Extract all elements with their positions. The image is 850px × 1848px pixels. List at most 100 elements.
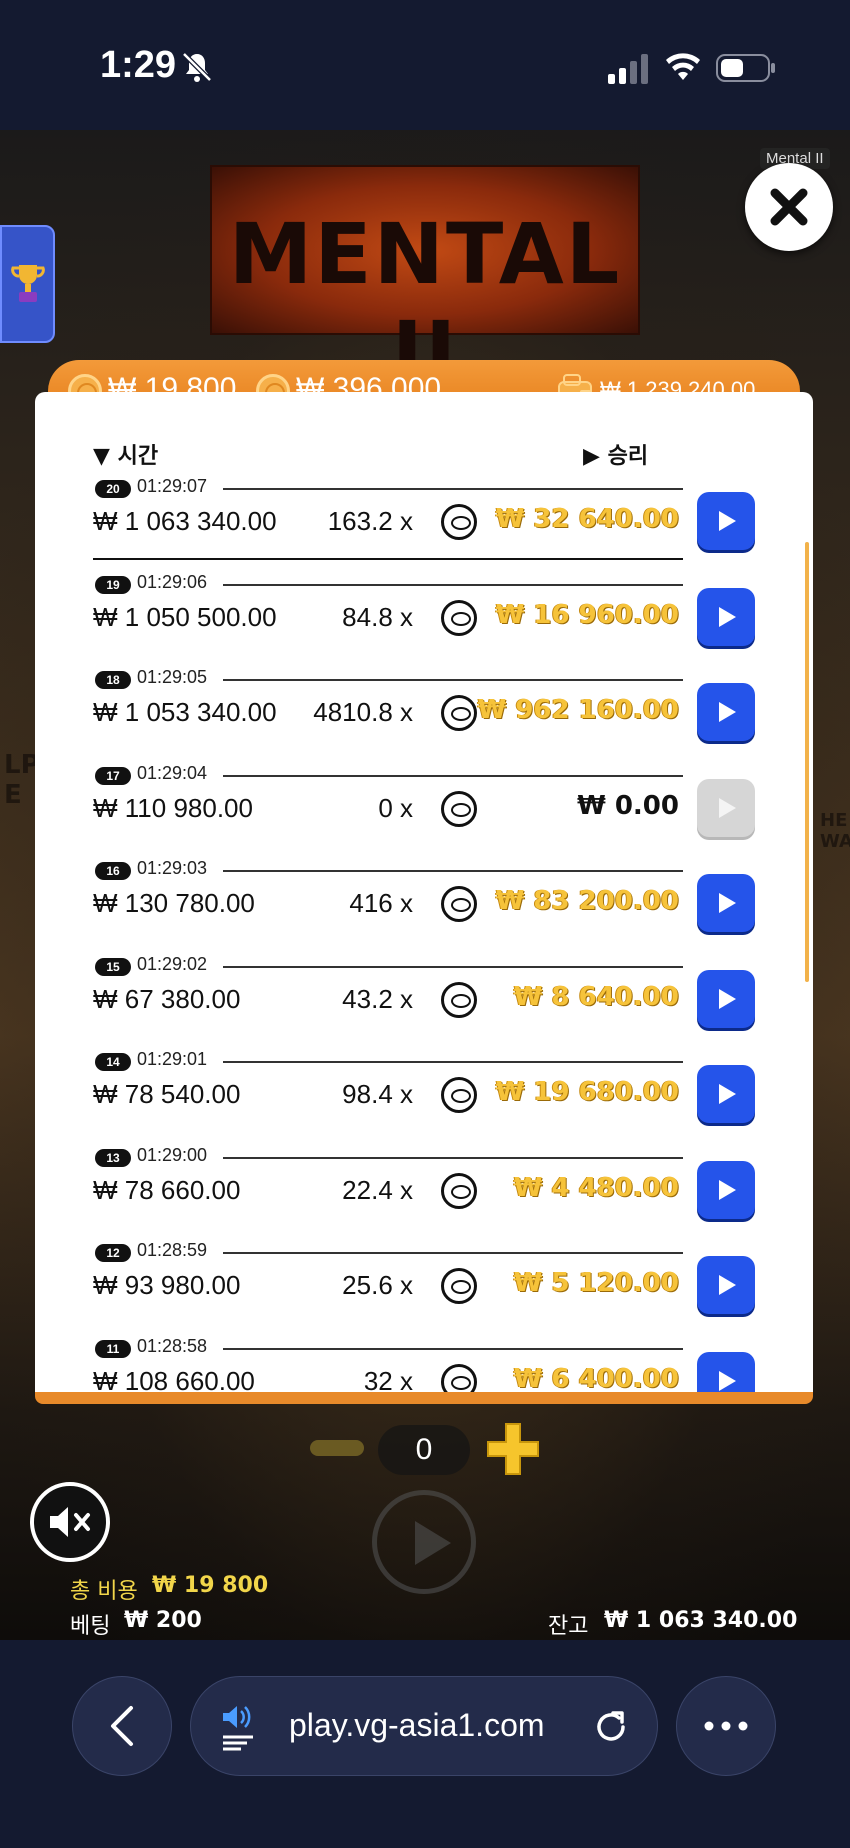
round-time: 01:29:00 [137,1144,208,1165]
replay-button[interactable] [697,492,755,550]
close-button[interactable] [745,163,833,251]
wifi-icon [666,53,700,80]
round-balance: ₩ 1 063 340.00 [93,506,277,536]
replay-button[interactable] [697,874,755,932]
row-divider [223,1156,683,1159]
replay-button[interactable] [697,1256,755,1314]
play-icon [719,797,736,818]
round-balance: ₩ 93 980.00 [93,1270,241,1300]
round-number-badge: 12 [95,1244,131,1262]
reload-icon[interactable] [591,1707,631,1747]
more-dots-icon [704,1721,748,1731]
play-icon [719,606,736,627]
replay-button[interactable] [697,1065,755,1123]
leaderboard-button[interactable] [0,225,55,343]
round-win: ₩ 16 960.00 [495,599,679,630]
replay-button[interactable] [697,778,755,837]
replay-button[interactable] [697,969,755,1028]
history-row: 13 01:29:00 ₩ 78 660.00 22.4 x ₩ 4 480.00 [35,1143,813,1239]
coin-icon [441,599,477,636]
mute-button[interactable] [30,1482,110,1562]
round-win: ₩ 0.00 [577,790,679,821]
total-cost-value: ₩ 19 800 [152,1573,269,1598]
round-multiplier: 163.2 x [327,506,413,536]
round-time: 01:29:05 [137,667,208,687]
round-win: ₩ 32 640.00 [495,504,679,534]
sort-right-icon: ▶ [583,444,600,469]
history-row: 17 01:29:04 ₩ 110 980.00 0 x ₩ 0.00 [35,761,813,857]
play-icon [719,1179,736,1200]
status-bar: 1:29 [0,0,850,130]
coin-icon [441,886,477,922]
back-button[interactable] [72,1676,172,1776]
coin-icon [441,1172,477,1209]
balance-value: ₩ 1 063 340.00 [604,1608,798,1633]
total-cost-label: 총 비용 [70,1579,138,1604]
round-balance: ₩ 1 053 340.00 [93,697,277,727]
history-row: 18 01:29:05 ₩ 1 053 340.00 4810.8 x ₩ 962 16… [35,665,813,761]
bell-muted-icon [182,52,212,82]
row-divider [223,583,683,586]
coin-icon [441,504,477,540]
round-time: 01:29:01 [137,1049,208,1069]
round-time: 01:29:06 [137,571,208,592]
round-number-badge: 15 [95,957,131,976]
replay-button[interactable] [697,683,755,741]
spin-button[interactable] [372,1490,476,1594]
round-number-badge: 11 [95,1339,131,1358]
coin-icon [441,1268,477,1304]
round-number-badge: 14 [95,1053,131,1071]
round-time: 01:28:59 [137,1240,208,1260]
browser-toolbar: play.vg-asia1.com [0,1640,850,1848]
bet-value: ₩ 200 [124,1608,202,1633]
round-number-badge: 20 [95,480,131,498]
increase-bet-button[interactable] [484,1420,542,1478]
round-multiplier: 4810.8 x [313,697,413,727]
round-time: 01:29:03 [137,858,208,878]
sort-by-time-button[interactable]: ▼ 시간 [93,438,158,470]
decrease-bet-button[interactable] [310,1440,364,1456]
history-row: 14 01:29:01 ₩ 78 540.00 98.4 x ₩ 19 680.00 [35,1047,813,1143]
play-icon [719,893,736,913]
round-time: 01:29:07 [137,476,208,496]
status-time: 1:29 [100,44,177,86]
url-text: play.vg-asia1.com [289,1707,545,1743]
cell-signal-icon [608,54,648,84]
history-panel: ▼ 시간 ▶ 승리 20 01:29:07 ₩ 1 063 340.00 163.2 … [35,392,813,1392]
row-divider [93,558,683,560]
round-number-badge: 13 [95,1148,131,1167]
round-win: ₩ 8 640.00 [513,981,679,1012]
address-bar[interactable]: play.vg-asia1.com [190,1676,658,1776]
row-divider [223,774,683,777]
audio-playing-icon [223,1706,253,1751]
replay-button[interactable] [697,587,755,646]
round-win: ₩ 83 200.00 [495,886,679,916]
round-time: 01:29:04 [137,762,208,783]
round-win: ₩ 19 680.00 [495,1077,679,1107]
round-balance: ₩ 78 660.00 [93,1174,241,1205]
history-row: 20 01:29:07 ₩ 1 063 340.00 163.2 x ₩ 32 640.… [35,474,813,570]
replay-button[interactable] [697,1351,755,1392]
close-icon [770,188,808,226]
coin-icon [441,695,477,731]
game-logo: MENTAL II [210,165,640,401]
round-multiplier: 84.8 x [342,601,413,632]
round-win: ₩ 962 160.00 [477,695,679,725]
round-multiplier: 22.4 x [342,1174,413,1205]
history-row: 15 01:29:02 ₩ 67 380.00 43.2 x ₩ 8 640.00 [35,952,813,1048]
sort-by-win-button[interactable]: ▶ 승리 [583,438,648,470]
round-multiplier: 43.2 x [342,983,413,1014]
play-icon [719,1084,736,1104]
round-multiplier: 32 x [363,1365,413,1393]
panel-bottom-border [35,1392,813,1404]
play-icon [719,988,736,1009]
round-win: ₩ 4 480.00 [513,1172,679,1203]
row-divider [223,965,683,968]
replay-button[interactable] [697,1160,755,1219]
row-divider [223,679,683,681]
more-options-button[interactable] [676,1676,776,1776]
round-balance: ₩ 130 780.00 [93,888,255,918]
round-balance: ₩ 110 980.00 [93,792,253,823]
round-multiplier: 0 x [378,792,413,823]
bet-label: 베팅 [70,1614,111,1639]
